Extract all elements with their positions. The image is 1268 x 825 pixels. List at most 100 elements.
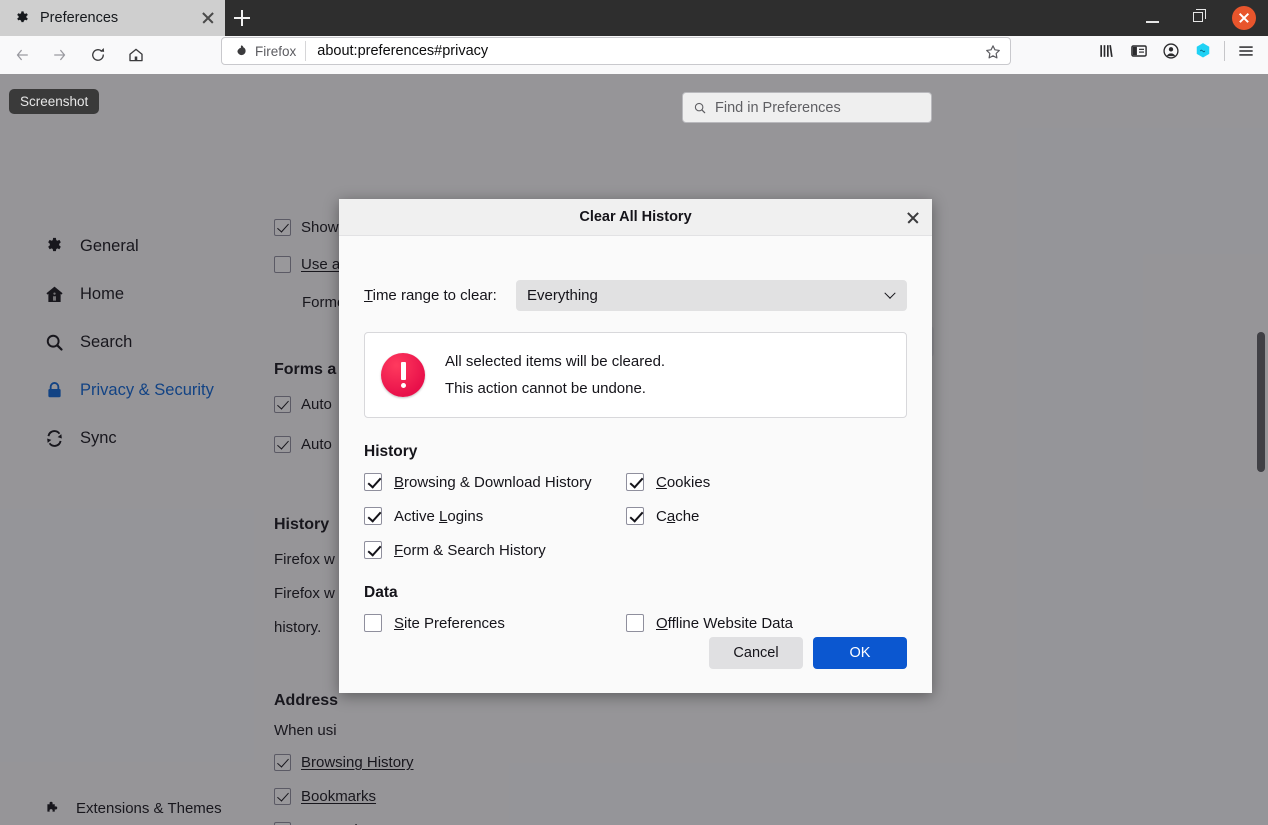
minimize-icon[interactable] xyxy=(1130,0,1176,36)
close-icon[interactable] xyxy=(902,207,924,229)
checkbox-label: Form & Search History xyxy=(394,542,546,559)
lock-icon xyxy=(44,380,65,401)
browser-tab-preferences[interactable]: Preferences xyxy=(0,0,225,36)
sidebar-item-home[interactable]: Home xyxy=(0,274,245,314)
checkbox[interactable] xyxy=(364,507,382,525)
checkbox[interactable] xyxy=(274,788,291,805)
checkbox[interactable] xyxy=(274,256,291,273)
checkbox[interactable] xyxy=(626,614,644,632)
tab-title: Preferences xyxy=(40,10,188,26)
history-heading: History xyxy=(274,516,329,534)
url-bar[interactable]: Firefox about:preferences#privacy xyxy=(221,37,1011,65)
time-range-select[interactable]: Everything xyxy=(516,280,907,311)
close-icon[interactable] xyxy=(1222,0,1268,36)
addr-row-bookmarks[interactable]: Bookmarks xyxy=(274,788,376,805)
star-icon[interactable] xyxy=(984,43,1002,61)
identity-chip[interactable]: Firefox xyxy=(222,41,306,61)
home-icon xyxy=(44,284,65,305)
checkbox[interactable] xyxy=(626,507,644,525)
home-icon[interactable] xyxy=(121,40,155,70)
preferences-sidebar: General Home xyxy=(0,148,245,825)
checkbox-site-preferences[interactable]: Site Preferences xyxy=(364,614,626,632)
window-controls xyxy=(1130,0,1268,36)
checkbox[interactable] xyxy=(626,473,644,491)
hamburger-menu-icon[interactable] xyxy=(1230,37,1262,65)
close-icon[interactable] xyxy=(197,7,219,29)
warning-line-2: This action cannot be undone. xyxy=(445,380,665,397)
sidebar-item-label: General xyxy=(80,237,139,256)
container-extension-icon[interactable] xyxy=(1187,37,1219,65)
puzzle-piece-icon xyxy=(44,800,61,817)
checkbox-cookies[interactable]: Cookies xyxy=(626,473,907,491)
url-text[interactable]: about:preferences#privacy xyxy=(306,43,488,59)
checkbox[interactable] xyxy=(274,396,291,413)
sync-icon xyxy=(44,428,65,449)
checkbox-cache[interactable]: Cache xyxy=(626,507,907,525)
address-bar-subtext: When usi xyxy=(274,722,337,739)
checkbox[interactable] xyxy=(364,473,382,491)
checkbox-offline-website-data[interactable]: Offline Website Data xyxy=(626,614,907,632)
time-range-value: Everything xyxy=(527,287,598,304)
data-checkbox-grid: Site Preferences Offline Website Data xyxy=(364,614,907,632)
autofill-label: Auto xyxy=(301,436,332,453)
clear-all-history-dialog: Clear All History Time range to clear: E… xyxy=(339,199,932,693)
autofill-label: Auto xyxy=(301,396,332,413)
checkbox[interactable] xyxy=(364,541,382,559)
checkbox-form-search-history[interactable]: Form & Search History xyxy=(364,541,626,559)
identity-label: Firefox xyxy=(255,44,296,59)
checkbox-browsing-download-history[interactable]: Browsing & Download History xyxy=(364,473,626,491)
sidebar-item-privacy-security[interactable]: Privacy & Security xyxy=(0,370,245,410)
find-in-preferences-input[interactable]: Find in Preferences xyxy=(682,92,932,123)
find-placeholder: Find in Preferences xyxy=(715,100,841,116)
sidebar-item-label: Home xyxy=(80,285,124,304)
checkbox-label: Browsing & Download History xyxy=(394,474,592,491)
browser-window: Preferences xyxy=(0,0,1268,825)
addr-row-browsing-history[interactable]: Browsing History xyxy=(274,754,414,771)
arrow-right-icon[interactable] xyxy=(45,40,79,70)
search-icon xyxy=(44,332,65,353)
sidebar-item-label: Sync xyxy=(80,429,117,448)
autofill-row-1[interactable]: Auto xyxy=(274,396,332,413)
screenshot-badge: Screenshot xyxy=(9,89,99,114)
restore-icon[interactable] xyxy=(1176,0,1222,36)
dialog-body: Time range to clear: Everything All sele… xyxy=(339,236,932,632)
cancel-button[interactable]: Cancel xyxy=(709,637,803,669)
time-range-label: Time range to clear: xyxy=(364,287,516,304)
autofill-row-2[interactable]: Auto xyxy=(274,436,332,453)
ok-button[interactable]: OK xyxy=(813,637,907,669)
checkbox[interactable] xyxy=(364,614,382,632)
checkbox-label: Cookies xyxy=(656,474,710,491)
dialog-title: Clear All History xyxy=(579,209,691,225)
gear-icon xyxy=(14,10,31,27)
account-icon[interactable] xyxy=(1155,37,1187,65)
address-bar-heading: Address xyxy=(274,692,338,710)
checkbox-active-logins[interactable]: Active Logins xyxy=(364,507,626,525)
sidebar-icon[interactable] xyxy=(1123,37,1155,65)
checkbox[interactable] xyxy=(274,436,291,453)
library-icon[interactable] xyxy=(1091,37,1123,65)
exclamation-circle-icon xyxy=(381,353,425,397)
sidebar-item-general[interactable]: General xyxy=(0,226,245,266)
arrow-left-icon[interactable] xyxy=(7,40,41,70)
scrollbar-thumb[interactable] xyxy=(1257,332,1265,472)
warning-line-1: All selected items will be cleared. xyxy=(445,353,665,370)
checkbox-label: Active Logins xyxy=(394,508,483,525)
sidebar-item-search[interactable]: Search xyxy=(0,322,245,362)
page-scrollbar[interactable] xyxy=(1254,74,1268,825)
checkbox-label: Site Preferences xyxy=(394,615,505,632)
warning-box: All selected items will be cleared. This… xyxy=(364,332,907,418)
checkbox[interactable] xyxy=(274,754,291,771)
sidebar-item-extensions-themes[interactable]: Extensions & Themes xyxy=(0,791,245,825)
chevron-down-icon xyxy=(884,288,895,299)
sidebar-item-sync[interactable]: Sync xyxy=(0,418,245,458)
history-text-2: Firefox w xyxy=(274,585,335,602)
dialog-header: Clear All History xyxy=(339,199,932,236)
history-text-3: history. xyxy=(274,619,321,636)
plus-icon[interactable] xyxy=(228,4,256,32)
addr-item-label: Bookmarks xyxy=(301,788,376,805)
history-section-title: History xyxy=(364,443,907,461)
reload-icon[interactable] xyxy=(83,40,117,70)
checkbox[interactable] xyxy=(274,219,291,236)
sidebar-item-label: Extensions & Themes xyxy=(76,800,222,817)
sidebar-item-label: Search xyxy=(80,333,132,352)
